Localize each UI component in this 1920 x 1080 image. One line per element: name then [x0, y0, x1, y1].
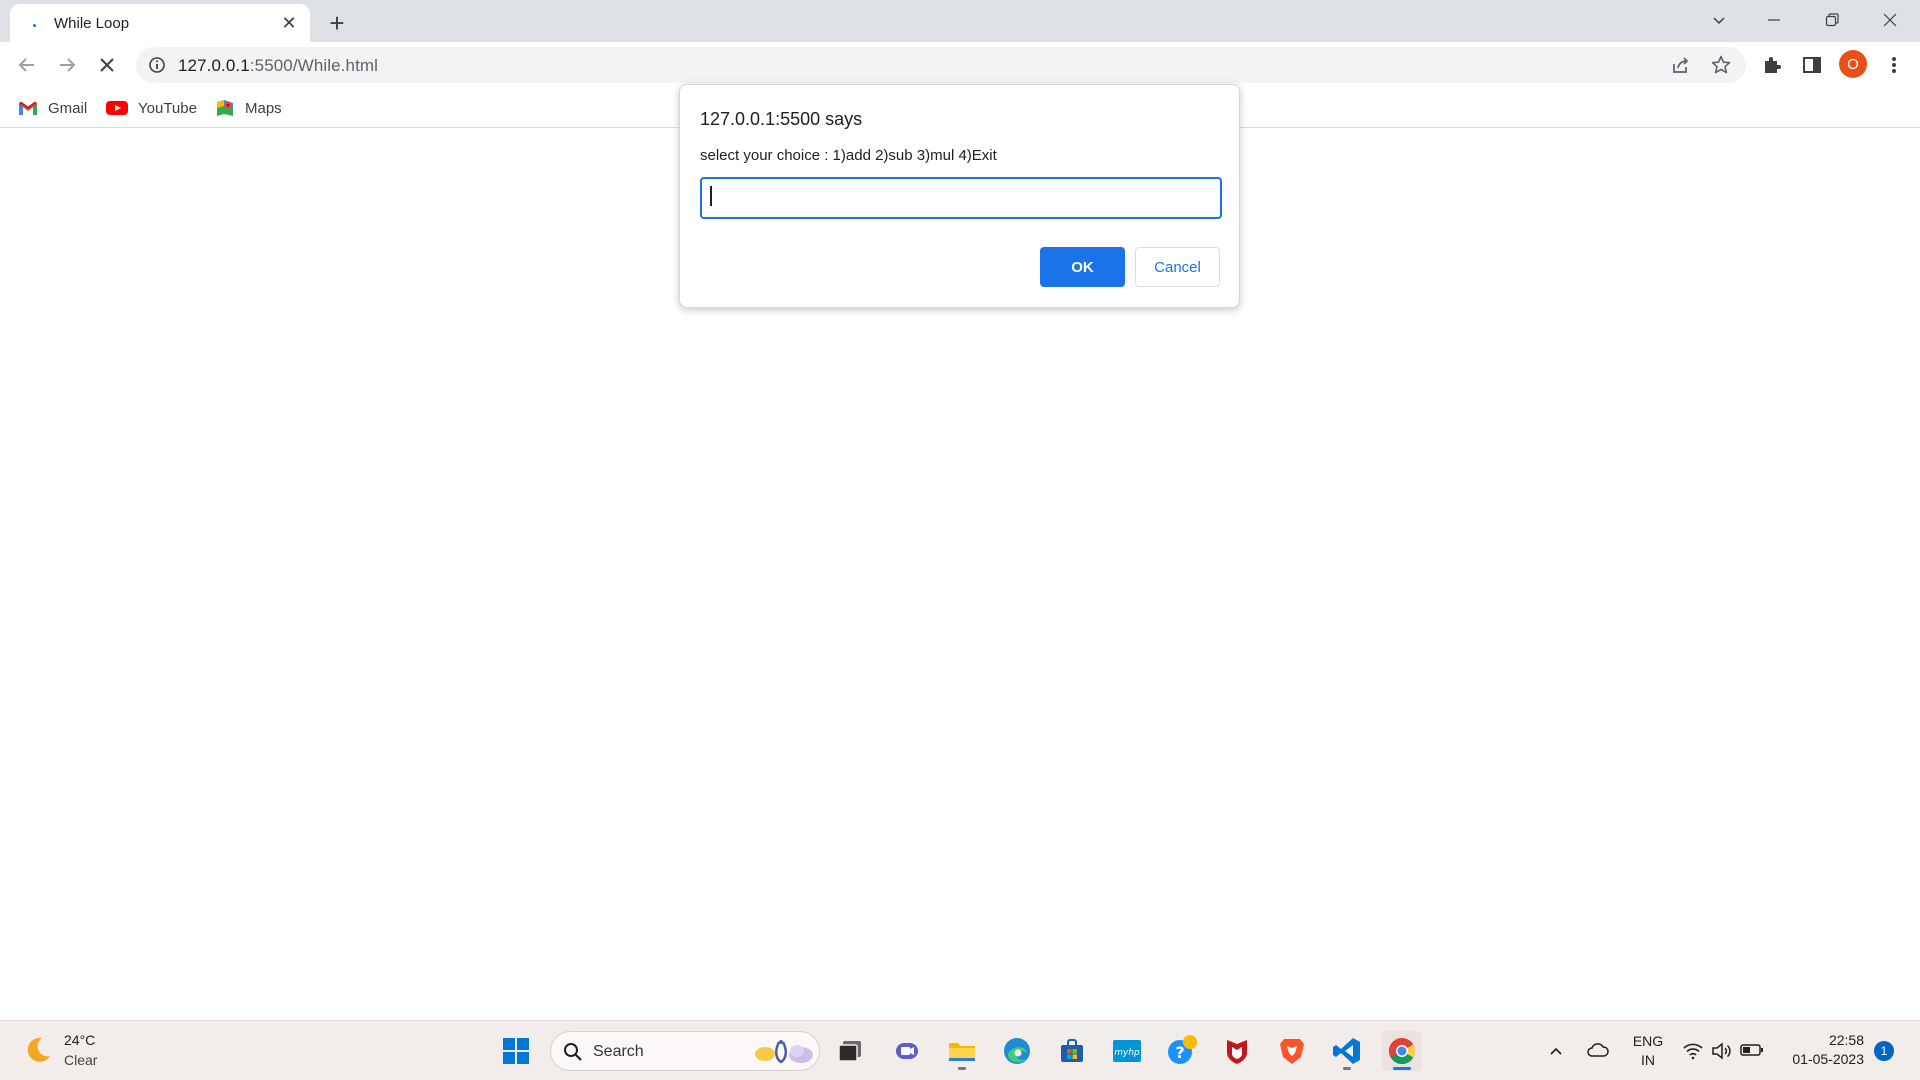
volume-icon[interactable]	[1711, 1041, 1733, 1061]
vscode-icon	[1333, 1038, 1360, 1064]
new-tab-button[interactable]: +	[322, 8, 352, 38]
bookmark-star-icon[interactable]	[1710, 54, 1732, 76]
dialog-message: select your choice : 1)add 2)sub 3)mul 4…	[700, 147, 997, 164]
store-bag-icon	[1061, 1039, 1083, 1062]
loading-favicon-icon	[26, 15, 42, 31]
back-arrow-icon	[18, 58, 34, 72]
back-button[interactable]	[11, 49, 43, 81]
share-icon[interactable]	[1670, 54, 1692, 76]
search-highlight-icon	[755, 1040, 813, 1064]
tab-title: While Loop	[54, 14, 130, 32]
bookmark-youtube[interactable]: YouTube	[106, 96, 197, 120]
extensions-puzzle-icon[interactable]	[1761, 54, 1783, 76]
taskbar-myhp[interactable]: myhp	[1107, 1031, 1147, 1071]
myhp-icon: myhp	[1113, 1040, 1141, 1062]
windows-taskbar: 24°C Clear Search myhp ? ENG IN 22:58 01…	[0, 1020, 1920, 1080]
taskbar-task-view[interactable]	[830, 1031, 870, 1071]
taskbar-mcafee[interactable]	[1217, 1031, 1257, 1071]
browser-toolbar: 127.0.0.1:5500/While.html O	[0, 42, 1920, 88]
prompt-input[interactable]	[700, 177, 1222, 219]
dialog-title: 127.0.0.1:5500 says	[700, 109, 863, 129]
side-panel-icon[interactable]	[1801, 54, 1823, 76]
gmail-icon	[19, 101, 37, 115]
maps-icon	[217, 100, 233, 116]
svg-text:myhp: myhp	[1114, 1048, 1140, 1058]
running-indicator	[958, 1067, 966, 1070]
bookmark-label: Maps	[245, 99, 282, 117]
teams-chat-icon	[896, 1043, 918, 1059]
windows-logo-icon	[503, 1038, 529, 1064]
site-info-icon[interactable]	[148, 56, 166, 74]
mcafee-shield-icon	[1227, 1040, 1247, 1064]
weather-condition[interactable]: Clear	[64, 1052, 97, 1068]
taskbar-vscode[interactable]	[1327, 1031, 1367, 1071]
menu-kebab-icon[interactable]	[1883, 54, 1905, 76]
taskbar-chrome[interactable]	[1382, 1031, 1422, 1071]
forward-button[interactable]	[51, 49, 83, 81]
tab-search-icon[interactable]	[1691, 0, 1747, 40]
bookmark-label: Gmail	[48, 99, 88, 117]
edge-browser-icon	[1004, 1038, 1030, 1064]
stop-loading-button[interactable]	[91, 49, 123, 81]
address-bar[interactable]: 127.0.0.1:5500/While.html	[136, 47, 1746, 83]
weather-temperature[interactable]: 24°C	[64, 1032, 95, 1048]
search-label: Search	[593, 1043, 644, 1060]
cancel-button[interactable]: Cancel	[1135, 247, 1220, 287]
minimize-button[interactable]	[1746, 0, 1802, 40]
task-view-icon	[838, 1041, 861, 1062]
bookmark-maps[interactable]: Maps	[215, 96, 282, 120]
taskbar-edge[interactable]	[997, 1031, 1037, 1071]
start-button[interactable]	[496, 1031, 536, 1071]
ok-button[interactable]: OK	[1040, 247, 1125, 287]
show-hidden-icons-chevron-up-icon[interactable]	[1548, 1043, 1564, 1059]
taskbar-brave[interactable]	[1272, 1031, 1312, 1071]
restore-button[interactable]	[1804, 0, 1860, 40]
tab-strip: While Loop ✕ +	[0, 0, 1920, 42]
tab-close-icon[interactable]: ✕	[278, 12, 300, 34]
youtube-icon	[106, 101, 128, 115]
bookmark-label: YouTube	[138, 99, 197, 117]
text-caret	[710, 186, 712, 206]
url-text: 127.0.0.1:5500/While.html	[178, 56, 379, 75]
moon-weather-icon[interactable]	[22, 1034, 54, 1066]
folder-icon	[949, 1043, 975, 1061]
svg-text:?: ?	[1175, 1043, 1184, 1062]
search-icon	[564, 1043, 582, 1061]
taskbar-file-explorer[interactable]	[942, 1031, 982, 1071]
forward-arrow-icon	[60, 58, 76, 72]
stop-x-icon	[100, 58, 114, 72]
active-indicator	[1393, 1067, 1411, 1070]
bookmark-gmail[interactable]: Gmail	[18, 96, 87, 120]
onedrive-cloud-icon[interactable]	[1586, 1041, 1610, 1059]
language-indicator[interactable]: ENG IN	[1630, 1033, 1666, 1068]
tab-while-loop[interactable]: While Loop ✕	[10, 4, 310, 42]
taskbar-teams[interactable]	[887, 1031, 927, 1071]
taskbar-search-box[interactable]: Search	[550, 1031, 820, 1071]
help-icon: ?	[1168, 1035, 1197, 1064]
brave-lion-icon	[1280, 1039, 1304, 1064]
wifi-icon[interactable]	[1682, 1041, 1704, 1061]
notification-badge[interactable]: 1	[1874, 1041, 1894, 1061]
taskbar-store[interactable]	[1052, 1031, 1092, 1071]
profile-avatar[interactable]: O	[1839, 50, 1867, 78]
prompt-dialog: 127.0.0.1:5500 says select your choice :…	[679, 84, 1240, 308]
battery-icon[interactable]	[1740, 1042, 1764, 1058]
close-window-button[interactable]	[1862, 0, 1918, 40]
taskbar-get-help[interactable]: ?	[1162, 1031, 1202, 1071]
running-indicator	[1343, 1067, 1351, 1070]
chrome-icon	[1388, 1037, 1416, 1065]
clock[interactable]: 22:58 01-05-2023	[1780, 1032, 1864, 1067]
